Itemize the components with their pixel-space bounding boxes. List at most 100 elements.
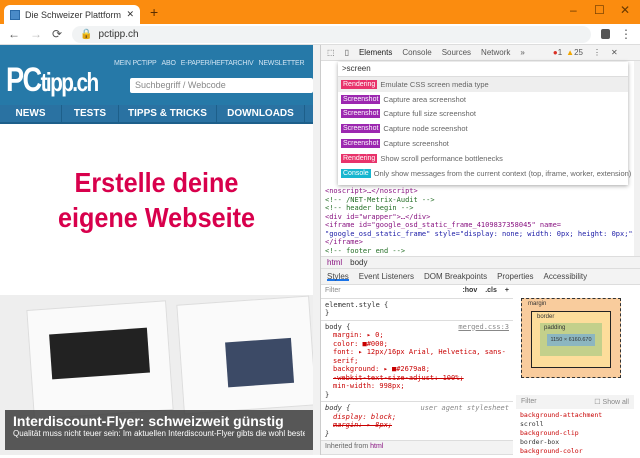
- tree-comment[interactable]: <!-- header begin -->: [325, 204, 629, 213]
- new-tab-button[interactable]: +: [150, 4, 158, 20]
- tab-dom-breakpoints[interactable]: DOM Breakpoints: [424, 272, 487, 281]
- more-tabs-button[interactable]: »: [520, 48, 524, 57]
- rule-selector: body {: [325, 404, 351, 412]
- palette-item[interactable]: Screenshot Capture area screenshot: [338, 92, 628, 107]
- tree-node[interactable]: <div id="wrapper">…</div>: [325, 213, 629, 222]
- tab-properties[interactable]: Properties: [497, 272, 533, 281]
- teaser-article[interactable]: Interdiscount-Flyer: schweizweit günstig…: [0, 295, 313, 455]
- nav-tipps-tricks[interactable]: TIPPS & TRICKS: [119, 105, 217, 122]
- page-scrollbar[interactable]: [313, 45, 320, 455]
- nav-downloads[interactable]: DOWNLOADS: [217, 105, 305, 122]
- elements-scrollbar[interactable]: [634, 61, 640, 256]
- rule-selector[interactable]: body {: [325, 323, 458, 332]
- element-style-selector[interactable]: element.style {: [325, 301, 509, 310]
- tab-sources[interactable]: Sources: [442, 48, 471, 57]
- tab-styles[interactable]: Styles: [327, 272, 349, 281]
- teaser-title[interactable]: Interdiscount-Flyer: schweizweit günstig: [13, 413, 305, 429]
- palette-item[interactable]: Console Only show messages from the curre…: [338, 166, 631, 181]
- command-label: Capture full size screenshot: [383, 109, 476, 119]
- rule-source-link[interactable]: merged.css:3: [458, 323, 509, 332]
- css-property[interactable]: background: ▸ ■#2679a8;: [333, 365, 509, 374]
- profile-icon[interactable]: [601, 29, 610, 39]
- computed-prop[interactable]: background-clip: [520, 429, 630, 438]
- devtools-menu-icon[interactable]: ⋮: [593, 48, 601, 57]
- forward-button[interactable]: →: [30, 27, 42, 41]
- browser-toolbar: ← → ⟳ 🔒 pctipp.ch ⋮: [0, 24, 640, 45]
- tree-node[interactable]: <iframe id="google_osd_static_frame_4109…: [325, 221, 629, 230]
- link-abo[interactable]: ABO: [162, 60, 176, 67]
- palette-item[interactable]: Rendering Emulate CSS screen media type: [338, 77, 628, 92]
- close-tab-icon[interactable]: ✕: [126, 9, 134, 20]
- category-badge: Rendering: [341, 153, 378, 163]
- site-logo[interactable]: PCtipp.ch: [6, 61, 99, 100]
- warning-count: 25: [574, 48, 583, 57]
- maximize-button[interactable]: ☐: [594, 3, 605, 17]
- new-rule-button[interactable]: +: [505, 287, 509, 296]
- tree-comment[interactable]: <!-- footer end -->: [325, 247, 629, 256]
- site-search-input[interactable]: Suchbegriff / Webcode: [130, 78, 313, 93]
- tree-node-cont[interactable]: "google_osd_static_frame" style="display…: [325, 230, 633, 239]
- crumb-body[interactable]: body: [350, 258, 367, 267]
- link-newsletter[interactable]: NEWSLETTER: [258, 60, 304, 67]
- web-page: PCtipp.ch MEIN PCTIPP ABO E-PAPER/HEFTAR…: [0, 45, 313, 455]
- command-label: Capture screenshot: [383, 139, 449, 149]
- tab-elements[interactable]: Elements: [359, 48, 392, 57]
- css-property[interactable]: margin: ▸ 0;: [333, 331, 509, 340]
- command-label: Capture node screenshot: [383, 124, 468, 134]
- tab-title: Die Schweizer Plattform für Computer: [25, 9, 122, 20]
- tab-console[interactable]: Console: [402, 48, 431, 57]
- tree-node[interactable]: </iframe>: [325, 238, 629, 247]
- back-button[interactable]: ←: [8, 27, 20, 41]
- category-badge: Screenshot: [341, 139, 381, 149]
- nav-tests[interactable]: TESTS: [62, 105, 119, 122]
- link-mein-pctipp[interactable]: MEIN PCTIPP: [114, 60, 157, 67]
- nav-news[interactable]: NEWS: [0, 105, 62, 122]
- url-text: pctipp.ch: [98, 28, 139, 40]
- hov-button[interactable]: :hov: [462, 287, 477, 296]
- css-property[interactable]: -webkit-text-size-adjust: 100%;: [333, 374, 509, 383]
- browser-tab[interactable]: Die Schweizer Plattform für Computer ✕: [4, 5, 140, 24]
- brace: }: [325, 390, 330, 399]
- device-toolbar-icon[interactable]: ▯: [345, 48, 349, 57]
- devtools-close-icon[interactable]: ✕: [611, 48, 618, 57]
- palette-item[interactable]: Rendering Show scroll performance bottlen…: [338, 151, 628, 166]
- show-all-checkbox[interactable]: ☐ Show all: [594, 398, 629, 406]
- palette-item[interactable]: Screenshot Capture node screenshot: [338, 121, 628, 136]
- css-property[interactable]: min-width: 998px;: [333, 382, 509, 391]
- tree-node[interactable]: <noscript>…</noscript>: [325, 187, 629, 196]
- inspect-icon[interactable]: ⬚: [327, 48, 335, 57]
- palette-item[interactable]: Screenshot Capture screenshot: [338, 136, 628, 151]
- computed-value: scroll: [520, 420, 544, 428]
- tab-accessibility[interactable]: Accessibility: [544, 272, 588, 281]
- palette-item[interactable]: Screenshot Capture full size screenshot: [338, 107, 628, 122]
- inherited-element[interactable]: html: [370, 443, 383, 450]
- css-property[interactable]: color: ■#000;: [333, 340, 509, 349]
- menu-icon[interactable]: ⋮: [620, 27, 632, 41]
- category-badge: Screenshot: [341, 109, 381, 119]
- close-window-button[interactable]: ✕: [620, 3, 630, 17]
- error-icon[interactable]: ●1: [553, 48, 562, 57]
- link-epaper[interactable]: E-PAPER/HEFTARCHIV: [181, 60, 254, 67]
- minimize-button[interactable]: –: [570, 3, 577, 17]
- category-badge: Rendering: [341, 79, 378, 89]
- computed-prop[interactable]: background-attachment: [520, 411, 630, 420]
- warning-icon[interactable]: ▲25: [566, 48, 583, 57]
- tree-comment[interactable]: <!-- /NET-Metrix-Audit -->: [325, 196, 629, 205]
- cls-button[interactable]: .cls: [485, 287, 497, 296]
- brace: }: [325, 309, 330, 317]
- tab-event-listeners[interactable]: Event Listeners: [359, 272, 414, 281]
- rule-source: user agent stylesheet: [420, 404, 509, 412]
- sidebar-tabs: Styles Event Listeners DOM Breakpoints P…: [321, 268, 640, 285]
- css-property: display: block;: [333, 412, 397, 421]
- computed-filter-input[interactable]: Filter: [521, 398, 594, 406]
- reload-button[interactable]: ⟳: [52, 27, 62, 41]
- address-bar[interactable]: 🔒 pctipp.ch: [72, 25, 591, 43]
- command-label: Capture area screenshot: [383, 94, 466, 104]
- computed-value: border-box: [520, 438, 560, 446]
- styles-filter-input[interactable]: Filter: [325, 287, 462, 296]
- command-input[interactable]: >screen: [338, 62, 628, 77]
- tab-network[interactable]: Network: [481, 48, 510, 57]
- ad-banner[interactable]: Erstelle deine eigene Webseite: [0, 125, 313, 290]
- crumb-html[interactable]: html: [327, 258, 342, 267]
- css-property[interactable]: font: ▸ 12px/16px Arial, Helvetica, sans…: [333, 348, 509, 365]
